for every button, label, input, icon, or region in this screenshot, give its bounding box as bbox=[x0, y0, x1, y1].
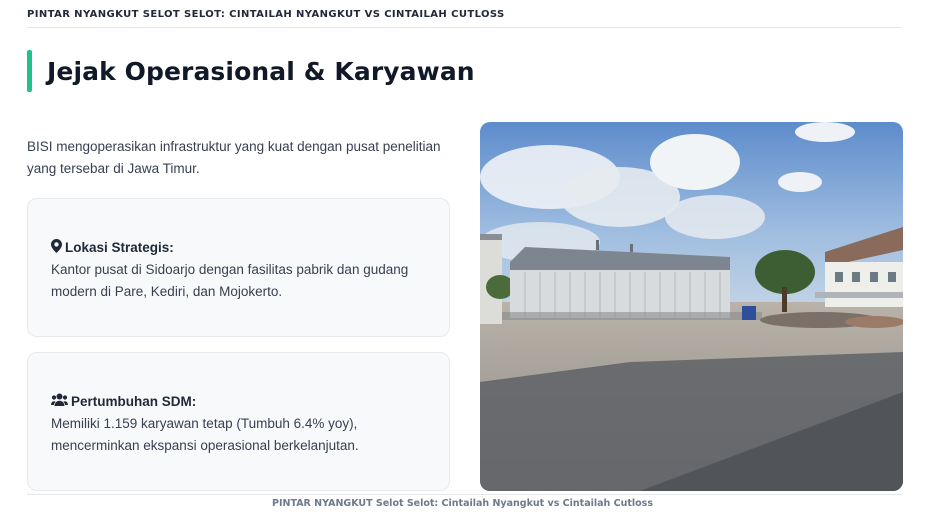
card-heading-text: Lokasi Strategis: bbox=[65, 239, 174, 255]
accent-bar bbox=[27, 50, 32, 92]
card-heading: Lokasi Strategis: bbox=[51, 237, 426, 257]
intro-paragraph: BISI mengoperasikan infrastruktur yang k… bbox=[27, 136, 457, 180]
map-marker-icon bbox=[51, 238, 65, 256]
users-icon bbox=[51, 393, 71, 409]
info-card-hr: Pertumbuhan SDM: Memiliki 1.159 karyawan… bbox=[27, 352, 450, 491]
footer-text: PINTAR NYANGKUT Selot Selot: Cintailah N… bbox=[272, 498, 653, 509]
card-line: modern di Pare, Kediri, dan Mojokerto. bbox=[51, 284, 283, 299]
card-line: Kantor pusat di Sidoarjo dengan fasilita… bbox=[51, 262, 409, 277]
intro-line: BISI mengoperasikan infrastruktur yang k… bbox=[27, 139, 441, 154]
info-card-location: Lokasi Strategis: Kantor pusat di Sidoar… bbox=[27, 198, 450, 337]
card-body: Memiliki 1.159 karyawan tetap (Tumbuh 6.… bbox=[51, 413, 426, 457]
intro-line: yang tersebar di Jawa Timur. bbox=[27, 161, 200, 176]
page-title: Jejak Operasional & Karyawan bbox=[47, 56, 475, 86]
top-breadcrumb: PINTAR NYANGKUT SELOT SELOT: CINTAILAH N… bbox=[27, 9, 902, 28]
card-heading: Pertumbuhan SDM: bbox=[51, 391, 426, 411]
card-line: mencerminkan ekspansi operasional berkel… bbox=[51, 438, 359, 453]
facility-photo bbox=[480, 122, 903, 491]
section-header: Jejak Operasional & Karyawan bbox=[27, 50, 475, 92]
card-body: Kantor pusat di Sidoarjo dengan fasilita… bbox=[51, 259, 426, 303]
card-heading-text: Pertumbuhan SDM: bbox=[71, 393, 197, 409]
card-line: Memiliki 1.159 karyawan tetap (Tumbuh 6.… bbox=[51, 416, 358, 431]
footer-divider bbox=[27, 494, 902, 495]
